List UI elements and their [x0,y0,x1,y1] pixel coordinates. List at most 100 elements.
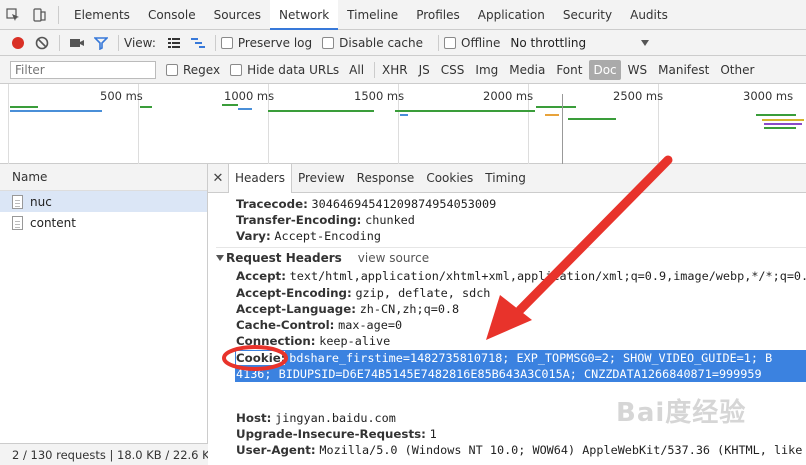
filter-xhr[interactable]: XHR [378,60,412,80]
header-key: Transfer-Encoding: [236,213,362,227]
timeline-bar [756,114,796,116]
tab-application[interactable]: Application [469,0,554,30]
timeline-tick-label: 3000 ms [743,89,794,103]
timeline-bar [764,127,796,129]
filter-font[interactable]: Font [552,60,586,80]
tab-console[interactable]: Console [139,0,205,30]
camera-icon[interactable] [65,31,89,55]
timeline-tick-label: 1500 ms [354,89,405,103]
record-icon[interactable] [6,31,30,55]
request-row-nuc[interactable]: nuc [0,191,207,212]
header-key: Accept: [236,269,286,283]
section-divider [216,247,806,248]
disable-cache-checkbox[interactable]: Disable cache [322,36,423,50]
header-line-cache-control: Cache-Control: max-age=0 [236,317,402,333]
filter-input[interactable] [10,60,156,79]
device-mode-icon[interactable] [26,0,52,30]
tab-timeline[interactable]: Timeline [338,0,407,30]
header-key: Cookie: [236,351,286,365]
inspect-element-icon[interactable] [0,0,26,30]
timeline-bar [762,119,804,121]
header-line-host: Host: jingyan.baidu.com [236,410,396,426]
timeline-bar [764,123,802,125]
disable-cache-label: Disable cache [339,35,423,50]
header-line-accept: Accept: text/html,application/xhtml+xml,… [236,268,806,284]
timeline-bar [140,106,152,108]
timeline-bar [238,108,252,110]
section-title: Request Headers [226,251,342,265]
filter-other[interactable]: Other [716,60,758,80]
preserve-log-checkbox[interactable]: Preserve log [220,36,312,50]
timeline-bar [222,104,238,106]
request-row-content[interactable]: content [0,212,207,233]
large-rows-icon[interactable] [162,31,186,55]
tab-cookies[interactable]: Cookies [420,164,479,193]
tab-timing[interactable]: Timing [479,164,532,193]
tab-preview[interactable]: Preview [292,164,351,193]
checkbox-box[interactable] [220,36,233,49]
header-value: keep-alive [319,334,391,348]
header-value: bdshare_firstime=1482735810718; EXP_TOPM… [289,351,773,365]
tab-headers[interactable]: Headers [228,164,292,193]
header-key: Tracecode: [236,197,308,211]
toolbar-separator [438,34,439,51]
header-line-cookie[interactable]: Cookie: bdshare_firstime=1482735810718; … [236,350,772,366]
tab-response[interactable]: Response [351,164,421,193]
timeline-tick-label: 2500 ms [613,89,664,103]
view-source-link[interactable]: view source [358,251,429,265]
offline-checkbox[interactable]: Offline [444,36,500,50]
filter-css[interactable]: CSS [437,60,469,80]
header-key: Accept-Encoding: [236,286,352,300]
header-key: Connection: [236,334,316,348]
network-summary: 2 / 130 requests | 18.0 KB / 22.6 KB [0,443,208,465]
request-headers-section[interactable]: Request Headers view source [216,250,429,266]
close-icon[interactable]: ✕ [208,171,228,186]
header-key: Vary: [236,229,271,243]
request-list: Name nuc content 2 / 130 requests | 18.0… [0,164,208,465]
header-line-transfer-encoding: Transfer-Encoding: chunked [236,212,415,228]
header-key: Accept-Language: [236,302,356,316]
filter-media[interactable]: Media [505,60,549,80]
header-line-vary: Vary: Accept-Encoding [236,228,381,244]
checkbox-box[interactable] [230,63,243,76]
timeline-overview[interactable]: 500 ms 1000 ms 1500 ms 2000 ms 2500 ms 3… [0,84,806,164]
toolbar-separator [59,34,60,51]
timeline-tick-label: 1000 ms [224,89,275,103]
filter-funnel-icon[interactable] [89,31,113,55]
checkbox-box[interactable] [322,36,335,49]
filter-ws[interactable]: WS [624,60,651,80]
timeline-bar [545,114,559,116]
filter-bar: Regex Hide data URLs All XHR JS CSS Img … [0,56,806,84]
clear-icon[interactable] [30,31,54,55]
tab-profiles[interactable]: Profiles [407,0,469,30]
tab-elements[interactable]: Elements [65,0,139,30]
baidu-watermark: Bai度经验 [616,398,747,428]
filter-img[interactable]: Img [471,60,502,80]
header-key: Cache-Control: [236,318,335,332]
tab-security[interactable]: Security [554,0,621,30]
tab-network[interactable]: Network [270,0,339,30]
waterfall-icon[interactable] [186,31,210,55]
tab-sources[interactable]: Sources [205,0,270,30]
timeline-tick-label: 500 ms [100,89,143,103]
checkbox-box[interactable] [444,36,456,49]
header-value: max-age=0 [338,318,403,332]
header-line-tracecode: Tracecode: 30464694541209874954053009 [236,196,496,212]
filter-manifest[interactable]: Manifest [654,60,713,80]
document-icon [12,215,23,230]
checkbox-box[interactable] [166,63,178,76]
filter-all[interactable]: All [345,60,368,80]
tab-audits[interactable]: Audits [621,0,677,30]
tabbar-separator [58,5,59,24]
header-value: jingyan.baidu.com [275,411,396,425]
regex-checkbox[interactable]: Regex [166,63,220,77]
header-key: Upgrade-Insecure-Requests: [236,427,426,441]
filter-doc[interactable]: Doc [589,59,621,80]
offline-label: Offline [461,35,501,50]
filter-js[interactable]: JS [415,60,434,80]
disclosure-triangle-icon [216,255,224,261]
timeline-bar [395,110,535,112]
name-column-header[interactable]: Name [0,164,207,191]
throttling-select[interactable]: No throttling [510,36,650,50]
hide-data-urls-checkbox[interactable]: Hide data URLs [230,63,339,77]
